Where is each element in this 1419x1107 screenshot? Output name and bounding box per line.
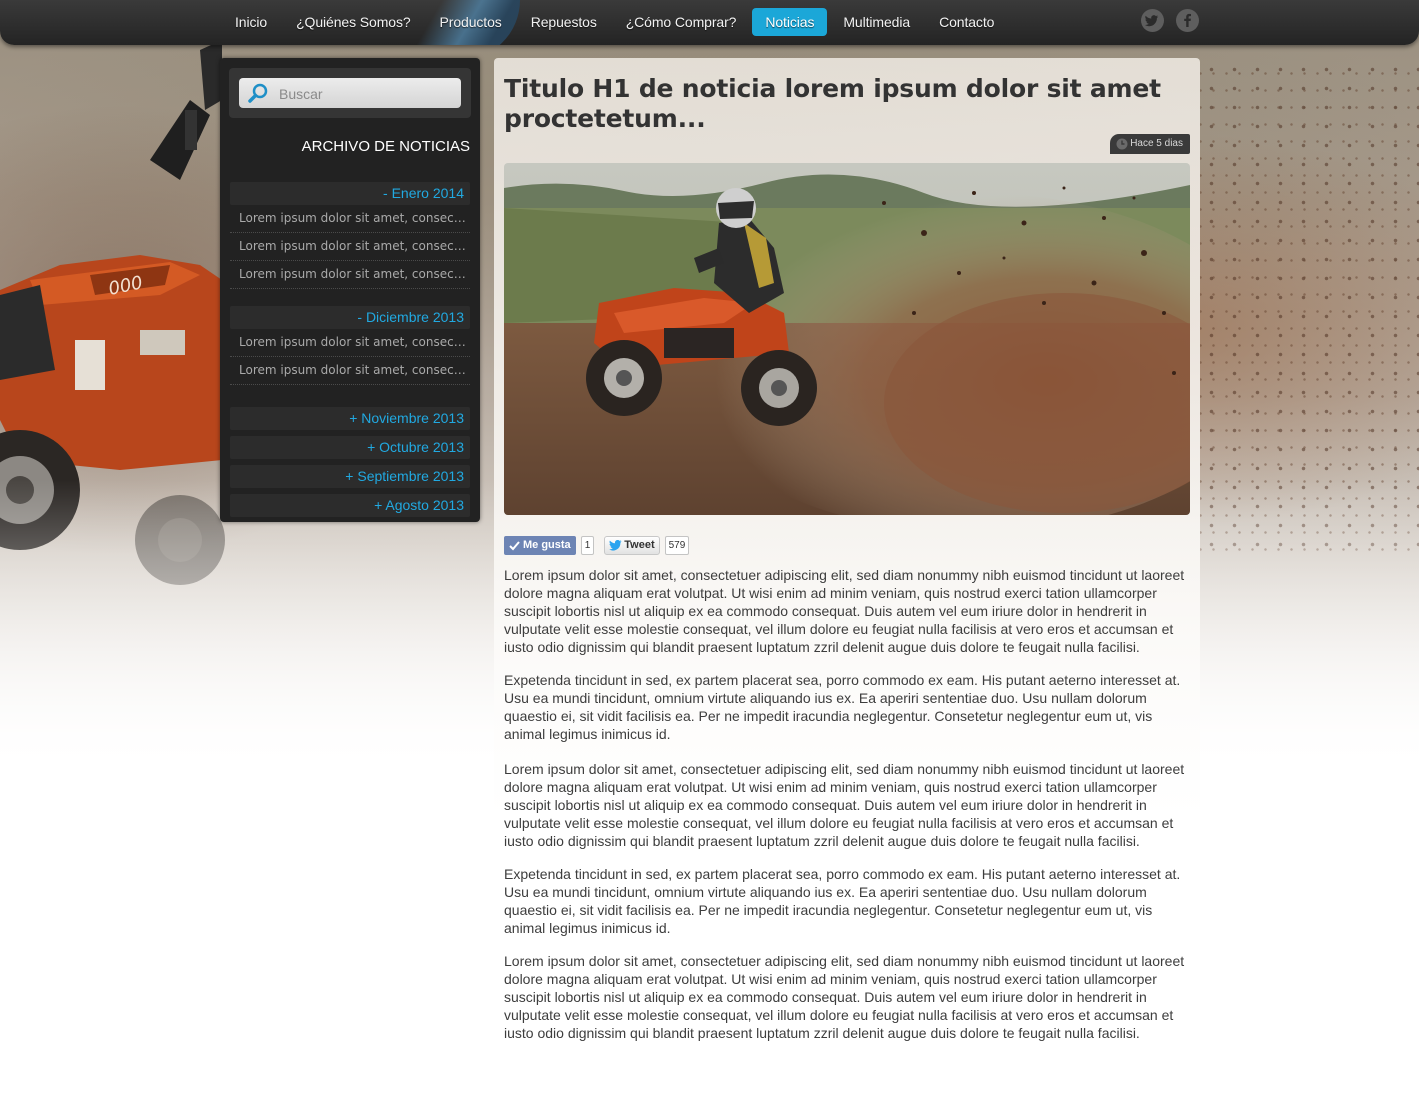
nav-item-quienes-somos[interactable]: ¿Quiénes Somos? [283, 8, 423, 36]
tweet-button[interactable]: Tweet [604, 535, 660, 555]
share-bar: Me gusta 1 Tweet 579 [504, 535, 690, 555]
nav-item-contacto[interactable]: Contacto [926, 8, 1007, 36]
search-box [239, 78, 461, 108]
nav-item-multimedia[interactable]: Multimedia [830, 8, 923, 36]
main-menu: Inicio ¿Quiénes Somos? Productos Repuest… [222, 8, 1010, 36]
month-toggle-noviembre-2013[interactable]: + Noviembre 2013 [230, 407, 470, 430]
quad-atv-photo [504, 163, 1190, 515]
article-body: Lorem ipsum dolor sit amet, consectetuer… [504, 566, 1194, 1057]
like-label: Me gusta [523, 538, 571, 551]
nav-item-como-comprar[interactable]: ¿Cómo Comprar? [613, 8, 750, 36]
month-toggle-agosto-2013[interactable]: + Agosto 2013 [230, 494, 470, 517]
article-paragraph: Expetenda tincidunt in sed, ex partem pl… [504, 866, 1181, 936]
check-icon [509, 540, 520, 550]
nav-item-repuestos[interactable]: Repuestos [518, 8, 610, 36]
month-toggle-enero-2014[interactable]: - Enero 2014 [230, 182, 470, 205]
month-toggle-octubre-2013[interactable]: + Octubre 2013 [230, 436, 470, 459]
publish-time-badge: Hace 5 dias [1110, 134, 1190, 154]
article-paragraph: Expetenda tincidunt in sed, ex partem pl… [504, 672, 1181, 742]
facebook-like-button[interactable]: Me gusta [504, 535, 576, 555]
archive-news-link[interactable]: Lorem ipsum dolor sit amet, consectetuer… [230, 329, 470, 357]
article-paragraph: Lorem ipsum dolor sit amet, consectetuer… [504, 761, 1185, 849]
archive-news-link[interactable]: Lorem ipsum dolor sit amet, consectetuer… [230, 261, 470, 289]
month-group-enero-2014: - Enero 2014 Lorem ipsum dolor sit amet,… [230, 182, 470, 289]
time-ago-text: Hace 5 dias [1130, 138, 1183, 149]
article-image [504, 163, 1190, 515]
search-input[interactable] [277, 82, 459, 106]
twitter-bird-icon [609, 539, 622, 550]
month-group-diciembre-2013: - Diciembre 2013 Lorem ipsum dolor sit a… [230, 306, 470, 385]
month-toggle-diciembre-2013[interactable]: - Diciembre 2013 [230, 306, 470, 329]
article-content: Titulo H1 de noticia lorem ipsum dolor s… [494, 58, 1200, 1107]
archive-list: - Enero 2014 Lorem ipsum dolor sit amet,… [230, 182, 470, 523]
archive-title: ARCHIVO DE NOTICIAS [301, 138, 470, 155]
month-group-agosto-2013: + Agosto 2013 [230, 494, 470, 517]
news-archive-sidebar: ARCHIVO DE NOTICIAS - Enero 2014 Lorem i… [220, 58, 480, 522]
article-paragraph: Lorem ipsum dolor sit amet, consectetuer… [504, 953, 1185, 1041]
archive-news-link[interactable]: Lorem ipsum dolor sit amet, consectetuer… [230, 357, 470, 385]
archive-news-link[interactable]: Lorem ipsum dolor sit amet, consectetuer… [230, 233, 470, 261]
nav-item-noticias[interactable]: Noticias [752, 8, 828, 36]
tweet-count: 579 [664, 535, 690, 555]
month-group-noviembre-2013: + Noviembre 2013 [230, 407, 470, 430]
tweet-label: Tweet [624, 538, 655, 551]
top-navigation-bar: Inicio ¿Quiénes Somos? Productos Repuest… [0, 0, 1419, 45]
article-title: Titulo H1 de noticia lorem ipsum dolor s… [504, 74, 1161, 133]
article-paragraph: Lorem ipsum dolor sit amet, consectetuer… [504, 567, 1185, 655]
nav-item-productos[interactable]: Productos [427, 8, 515, 36]
archive-news-link[interactable]: Lorem ipsum dolor sit amet, consectetuer… [230, 205, 470, 233]
twitter-icon[interactable] [1141, 9, 1164, 32]
like-count: 1 [580, 535, 595, 555]
month-group-septiembre-2013: + Septiembre 2013 [230, 465, 470, 488]
search-container [229, 68, 471, 118]
month-group-octubre-2013: + Octubre 2013 [230, 436, 470, 459]
facebook-icon[interactable] [1176, 9, 1199, 32]
nav-item-inicio[interactable]: Inicio [222, 8, 280, 36]
month-toggle-septiembre-2013[interactable]: + Septiembre 2013 [230, 465, 470, 488]
clock-icon [1116, 138, 1128, 150]
search-icon[interactable] [247, 82, 269, 104]
